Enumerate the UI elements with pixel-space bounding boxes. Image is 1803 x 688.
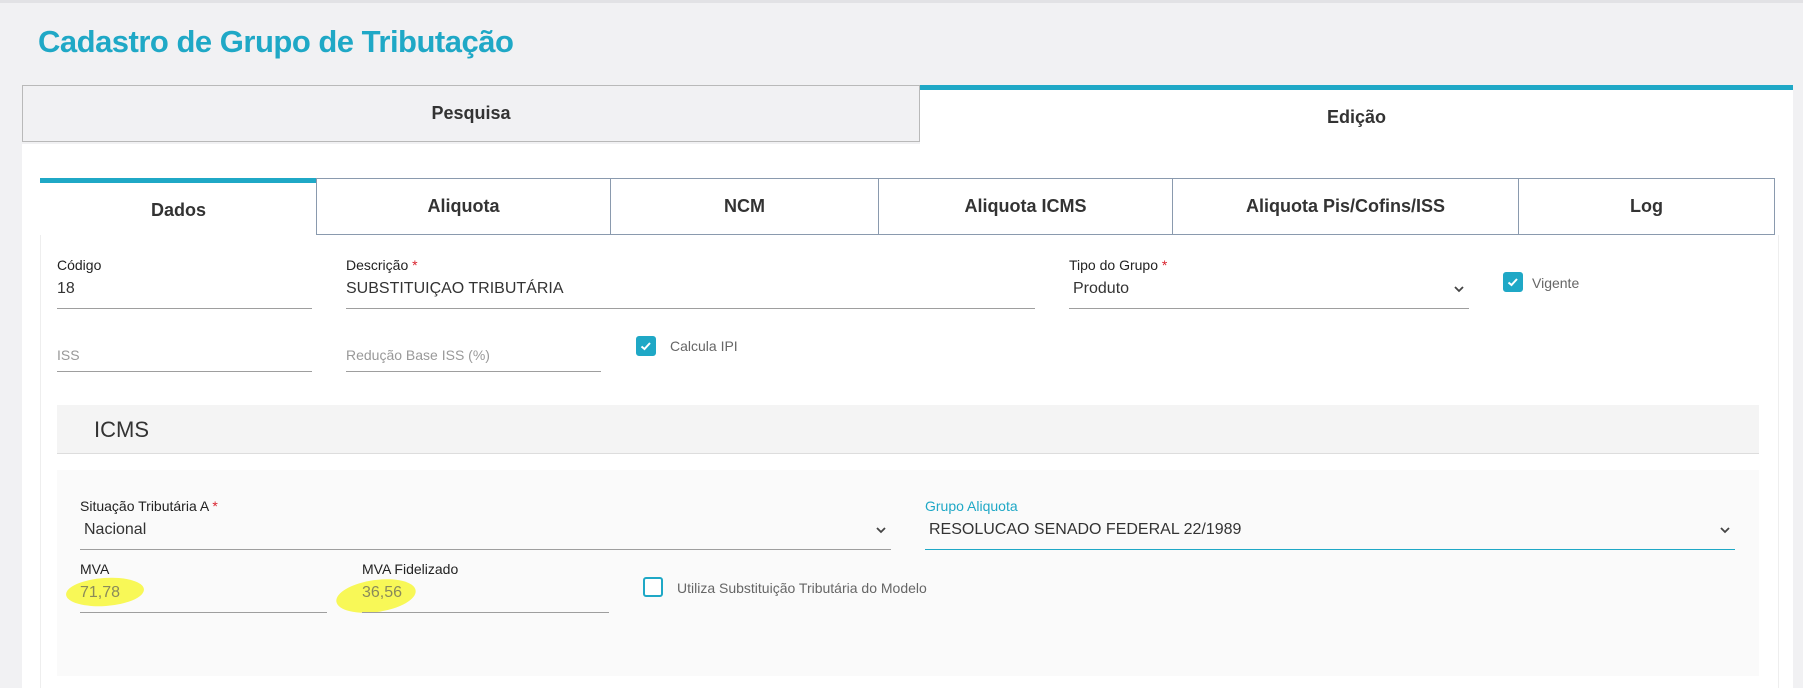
- tab-log-label: Log: [1630, 196, 1663, 216]
- tab-edicao-label: Edição: [1326, 106, 1387, 127]
- tab-ncm-label: NCM: [724, 196, 765, 216]
- tab-aliquota-label: Aliquota: [427, 196, 500, 216]
- descricao-input[interactable]: SUBSTITUIÇAO TRIBUTÁRIA: [346, 280, 564, 298]
- iss-underline: [57, 371, 312, 372]
- mva-fidelizado-label: MVA Fidelizado: [362, 561, 459, 577]
- mva-fidelizado-underline: [362, 612, 609, 613]
- tab-edicao[interactable]: Edição: [920, 85, 1793, 144]
- tab-aliquota[interactable]: Aliquota: [316, 178, 611, 235]
- codigo-input[interactable]: 18: [57, 280, 75, 298]
- mva-underline: [80, 612, 327, 613]
- vigente-label: Vigente: [1532, 275, 1580, 291]
- descricao-label: Descrição *: [346, 257, 418, 273]
- mva-label: MVA: [80, 561, 110, 577]
- descricao-underline: [346, 308, 1035, 309]
- tab-aliquota-pis-cofins-iss[interactable]: Aliquota Pis/Cofins/ISS: [1172, 178, 1519, 235]
- top-border: [0, 0, 1803, 3]
- tab-pesquisa[interactable]: Pesquisa: [22, 85, 920, 142]
- calcula-ipi-label: Calcula IPI: [670, 338, 738, 354]
- calcula-ipi-checkbox[interactable]: [636, 336, 656, 356]
- checkmark-icon: [640, 342, 651, 351]
- page-title: Cadastro de Grupo de Tributação: [38, 24, 514, 59]
- utiliza-st-modelo-checkbox[interactable]: [643, 577, 663, 597]
- grupo-aliquota-underline: [925, 549, 1735, 550]
- chevron-down-icon[interactable]: [1718, 523, 1732, 537]
- situacao-tributaria-underline: [80, 549, 891, 550]
- codigo-label: Código: [57, 257, 102, 273]
- tipo-grupo-label: Tipo do Grupo *: [1069, 257, 1168, 273]
- tipo-grupo-underline: [1069, 308, 1469, 309]
- situacao-tributaria-select[interactable]: Nacional: [84, 521, 146, 539]
- chevron-down-icon[interactable]: [874, 523, 888, 537]
- reducao-base-iss-underline: [346, 371, 601, 372]
- icms-section-header: ICMS: [57, 405, 1759, 454]
- mva-input[interactable]: 71,78: [80, 584, 120, 602]
- icms-section-body: [57, 470, 1759, 676]
- situacao-tributaria-label: Situação Tributária A *: [80, 498, 218, 514]
- mva-fidelizado-input[interactable]: 36,56: [362, 584, 402, 602]
- tipo-grupo-select[interactable]: Produto: [1073, 280, 1129, 298]
- tab-pesquisa-label: Pesquisa: [431, 103, 511, 123]
- iss-input[interactable]: ISS: [57, 347, 80, 363]
- tab-aliquota-icms-label: Aliquota ICMS: [964, 196, 1087, 216]
- reducao-base-iss-input[interactable]: Redução Base ISS (%): [346, 347, 490, 363]
- vigente-checkbox[interactable]: [1503, 272, 1523, 292]
- utiliza-st-modelo-label: Utiliza Substituição Tributária do Model…: [677, 580, 927, 596]
- checkmark-icon: [1507, 278, 1518, 287]
- grupo-aliquota-select[interactable]: RESOLUCAO SENADO FEDERAL 22/1989: [929, 521, 1241, 539]
- tab-dados[interactable]: Dados: [40, 178, 317, 238]
- tab-aliquota-icms[interactable]: Aliquota ICMS: [878, 178, 1173, 235]
- grupo-aliquota-label: Grupo Aliquota: [925, 498, 1018, 514]
- tab-ncm[interactable]: NCM: [610, 178, 879, 235]
- icms-section-title: ICMS: [94, 417, 149, 442]
- chevron-down-icon[interactable]: [1452, 282, 1466, 296]
- tab-log[interactable]: Log: [1518, 178, 1775, 235]
- codigo-underline: [57, 308, 312, 309]
- tab-aliquota-pis-cofins-iss-label: Aliquota Pis/Cofins/ISS: [1245, 196, 1446, 216]
- tab-dados-label: Dados: [150, 200, 206, 220]
